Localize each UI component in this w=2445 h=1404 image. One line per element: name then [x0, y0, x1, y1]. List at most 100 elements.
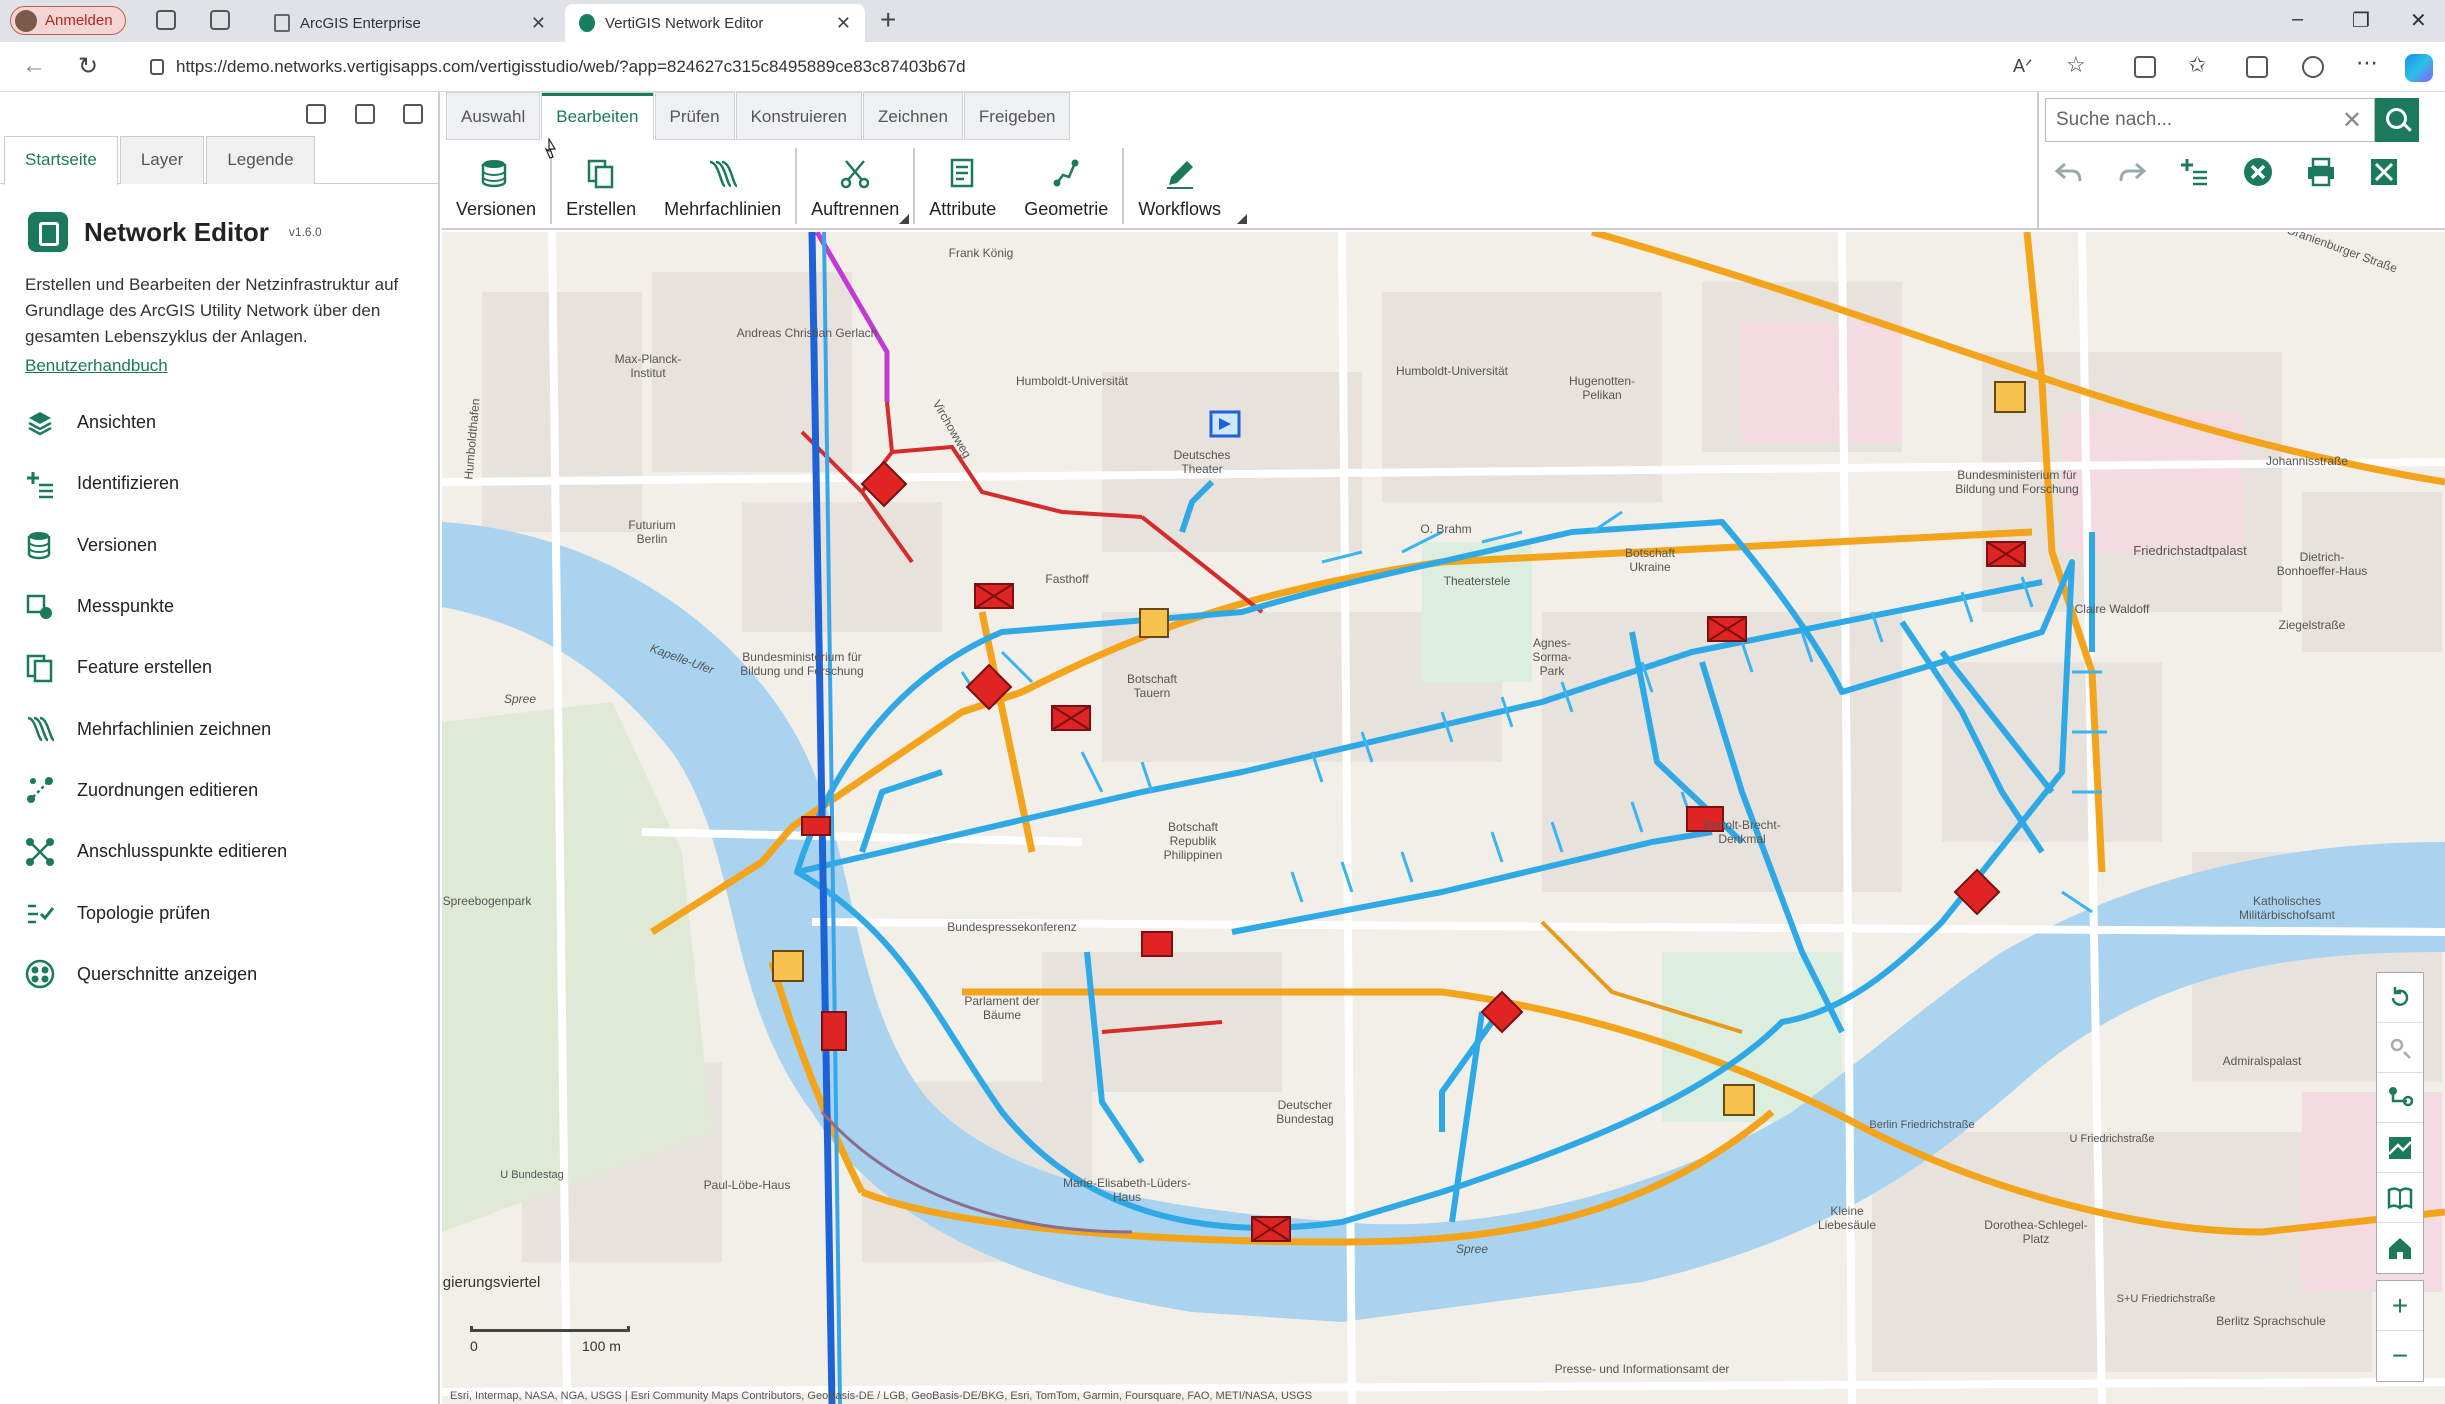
export-map-icon[interactable]	[2368, 156, 2400, 188]
zoom-in-icon[interactable]: +	[2377, 1281, 2423, 1331]
workspaces-icon[interactable]	[156, 10, 176, 30]
menu-label: Versionen	[77, 534, 158, 555]
clear-selection-icon[interactable]	[2242, 156, 2274, 188]
auftrennen-button[interactable]: Auftrennen	[797, 144, 913, 226]
map-view[interactable]: Max-Planck-Institut Andreas Christian Ge…	[442, 232, 2445, 1404]
add-selection-icon[interactable]	[2179, 156, 2211, 188]
menu-label: Anschlusspunkte editieren	[77, 841, 288, 862]
lock-icon	[150, 59, 164, 75]
manual-link[interactable]: Benutzerhandbuch	[0, 350, 438, 376]
attribute-button[interactable]: Attribute	[915, 144, 1010, 226]
browser-tab-vertigis[interactable]: VertiGIS Network Editor ✕	[565, 4, 865, 42]
geometry-icon	[1053, 159, 1079, 187]
search-input[interactable]: Suche nach... ✕	[2045, 98, 2375, 142]
map-label: Spreebogenpark	[442, 894, 532, 908]
copilot-icon[interactable]	[2405, 54, 2433, 82]
menu-label: Feature erstellen	[77, 657, 213, 678]
map-label: Deutsches Theater	[1173, 448, 1231, 476]
close-tab-icon[interactable]: ✕	[836, 13, 851, 34]
profile-button[interactable]: Anmelden	[10, 6, 126, 35]
map-tools-group	[2376, 972, 2424, 1274]
menu-item-querschnitte[interactable]: Querschnitte anzeigen	[0, 944, 438, 1005]
tab-bearbeiten[interactable]: Bearbeiten	[541, 92, 654, 140]
restore-icon[interactable]: ❐	[2352, 8, 2370, 33]
menu-item-messpunkte[interactable]: Messpunkte	[0, 576, 438, 637]
scale-bar: 0 100 m	[470, 1326, 630, 1354]
menu-item-ansichten[interactable]: Ansichten	[0, 392, 438, 453]
zoom-controls: + −	[2376, 1280, 2424, 1382]
pencil-icon	[1166, 161, 1193, 189]
map-label: Johannisstraße	[2265, 454, 2349, 468]
menu-item-versionen[interactable]: Versionen	[0, 515, 438, 576]
redo-icon[interactable]	[2116, 156, 2148, 188]
zoom-out-icon[interactable]: −	[2377, 1331, 2423, 1381]
favorite-star-icon[interactable]: ☆	[2066, 52, 2088, 77]
collapse-panel-icon[interactable]	[306, 104, 326, 124]
new-tab-icon[interactable]: +	[880, 4, 896, 36]
extensions-icon[interactable]	[2302, 56, 2324, 78]
clear-search-icon[interactable]: ✕	[2342, 106, 2362, 135]
attributes-icon	[950, 158, 973, 188]
back-icon[interactable]: ←	[22, 52, 46, 80]
more-icon[interactable]: ⋯	[2356, 50, 2378, 75]
map-label: Botschaft Ukraine	[1624, 546, 1676, 574]
map-label: S+U Friedrichstraße	[2116, 1293, 2216, 1305]
close-tab-icon[interactable]: ✕	[531, 13, 546, 34]
browser-tab-arcgis[interactable]: ArcGIS Enterprise ✕	[260, 4, 560, 42]
mouse-pointer-icon	[544, 138, 557, 159]
search-button[interactable]	[2375, 98, 2419, 142]
tab-pruefen[interactable]: Prüfen	[654, 92, 735, 140]
favorites-icon[interactable]: ✩	[2188, 52, 2210, 77]
address-bar[interactable]: https://demo.networks.vertigisapps.com/v…	[150, 50, 2010, 84]
print-icon[interactable]	[2305, 156, 2337, 188]
tab-auswahl[interactable]: Auswahl	[446, 92, 541, 140]
reload-icon[interactable]: ↻	[78, 52, 98, 81]
mehrfachlinien-button[interactable]: Mehrfachlinien	[650, 144, 795, 226]
bookmark-icon[interactable]	[2377, 1173, 2423, 1223]
map-label: Botschaft Tauern	[1126, 672, 1178, 700]
map-label: Claire Waldoff	[2074, 602, 2150, 616]
map-label: Presse- und Informationsamt der	[1554, 1362, 1730, 1376]
erstellen-button[interactable]: Erstellen	[552, 144, 650, 226]
left-panel: Startseite Layer Legende Network Editor …	[0, 92, 440, 1404]
map-label: Admiralspalast	[2222, 1054, 2302, 1068]
locate-icon[interactable]	[2377, 1023, 2423, 1073]
ribbon-tabs: Auswahl Bearbeiten Prüfen Konstruieren Z…	[446, 92, 1071, 140]
tab-zeichnen[interactable]: Zeichnen	[862, 92, 963, 140]
tab-actions-icon[interactable]	[210, 10, 230, 30]
dropdown-indicator-icon	[899, 214, 910, 224]
minimize-icon[interactable]: –	[2292, 8, 2303, 31]
rotate-icon[interactable]	[2377, 973, 2423, 1023]
home-icon[interactable]	[2377, 1223, 2423, 1273]
basemap-icon[interactable]	[2377, 1123, 2423, 1173]
popout-icon[interactable]	[403, 104, 423, 124]
scissors-icon	[840, 160, 870, 189]
tab-legende[interactable]: Legende	[206, 136, 315, 184]
tab-freigeben[interactable]: Freigeben	[963, 92, 1071, 140]
dock-panel-icon[interactable]	[355, 104, 375, 124]
split-screen-icon[interactable]	[2134, 56, 2156, 78]
address-bar-row: ← ↻ https://demo.networks.vertigisapps.c…	[0, 42, 2445, 92]
trace-icon[interactable]	[2377, 1073, 2423, 1123]
tab-startseite[interactable]: Startseite	[4, 136, 118, 185]
read-aloud-icon[interactable]: Aᐟ	[2013, 56, 2035, 78]
scale-line	[470, 1326, 630, 1332]
workflows-button[interactable]: Workflows	[1124, 144, 1251, 226]
versionen-button[interactable]: Versionen	[442, 144, 550, 226]
tab-layer[interactable]: Layer	[119, 136, 205, 184]
panel-tabs: Startseite Layer Legende	[0, 136, 438, 185]
undo-icon[interactable]	[2053, 156, 2085, 188]
close-window-icon[interactable]: ✕	[2410, 8, 2427, 33]
menu-item-identifizieren[interactable]: Identifizieren	[0, 453, 438, 514]
menu-item-anschlusspunkte[interactable]: Anschlusspunkte editieren	[0, 821, 438, 882]
page-icon	[274, 14, 290, 32]
menu-item-zuordnungen[interactable]: Zuordnungen editieren	[0, 760, 438, 821]
menu-item-feature-erstellen[interactable]: Feature erstellen	[0, 637, 438, 698]
menu-item-mehrfachlinien[interactable]: Mehrfachlinien zeichnen	[0, 698, 438, 759]
menu-item-topologie[interactable]: Topologie prüfen	[0, 882, 438, 943]
menu-label: Topologie prüfen	[77, 902, 211, 923]
geometrie-button[interactable]: Geometrie	[1010, 144, 1122, 226]
tab-konstruieren[interactable]: Konstruieren	[735, 92, 862, 140]
map-label: Deutscher Bundestag	[1276, 1098, 1334, 1126]
collections-icon[interactable]	[2246, 56, 2268, 78]
